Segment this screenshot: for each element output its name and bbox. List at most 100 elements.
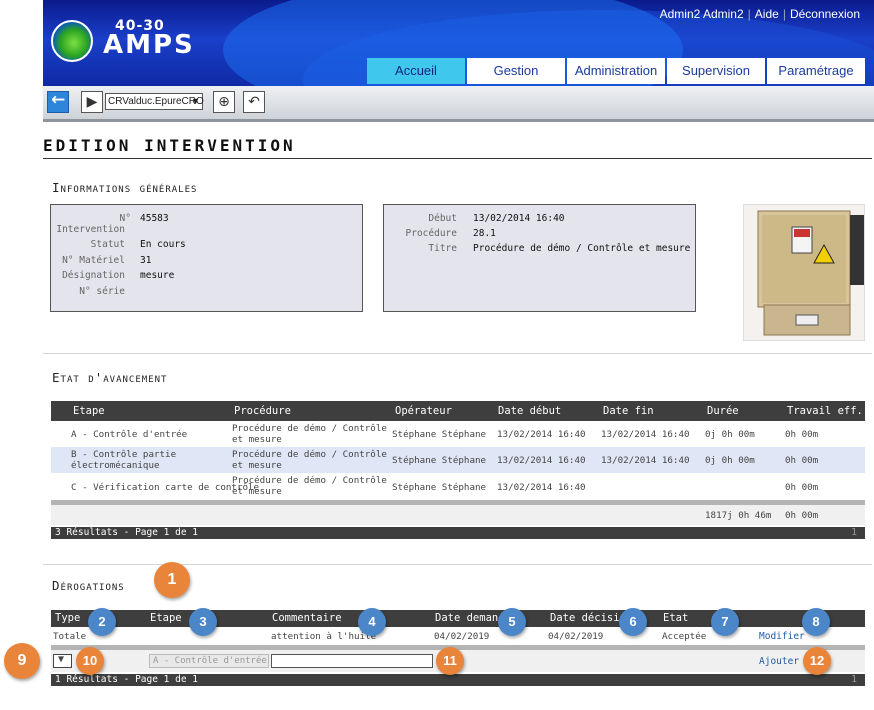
- help-link[interactable]: Aide: [753, 7, 781, 21]
- info-label: Statut: [90, 239, 125, 250]
- modify-link[interactable]: Modifier: [759, 631, 805, 642]
- column-header[interactable]: Etape: [73, 401, 105, 421]
- cell-procedure: Procédure de démo / Contrôle et mesure: [232, 423, 387, 445]
- column-header[interactable]: Travail eff.: [787, 401, 863, 421]
- tab-gestion[interactable]: Gestion: [467, 58, 565, 84]
- tab-administration[interactable]: Administration: [567, 58, 665, 84]
- etape-select[interactable]: A - Contrôle d'entrée: [149, 654, 269, 668]
- callout-badge: 8: [802, 608, 830, 636]
- info-box-right: Début 13/02/2014 16:40 Procédure 28.1 Ti…: [383, 204, 696, 312]
- user-name: Admin2 Admin2: [659, 7, 744, 21]
- column-header[interactable]: Durée: [707, 401, 739, 421]
- info-label: Procédure: [405, 228, 457, 239]
- cell-procedure: Procédure de démo / Contrôle et mesure: [232, 449, 387, 471]
- callout-badge: 2: [88, 608, 116, 636]
- info-value: Procédure de démo / Contrôle et mesure: [473, 243, 691, 254]
- column-header[interactable]: Opérateur: [395, 401, 452, 421]
- title-divider: [43, 158, 872, 159]
- table-row[interactable]: B - Contrôle partie électromécanique Pro…: [51, 447, 865, 473]
- column-header[interactable]: Etape: [150, 610, 182, 627]
- info-label: Début: [428, 213, 457, 224]
- info-value: 28.1: [473, 228, 496, 239]
- info-box-left: N° 45583 Intervention Statut En cours N°…: [50, 204, 363, 312]
- table-row[interactable]: A - Contrôle d'entrée Procédure de démo …: [51, 421, 865, 447]
- chevron-down-icon: ▼: [191, 96, 200, 106]
- column-header[interactable]: Etat: [663, 610, 688, 627]
- pager-page-number[interactable]: 1: [851, 674, 857, 686]
- info-label: N° série: [79, 286, 125, 297]
- toolbar: ▶ CRValduc.EpureCRO ▼ ⊕ ↶: [43, 86, 874, 122]
- export-icon[interactable]: ▶: [81, 91, 103, 113]
- callout-badge: 7: [711, 608, 739, 636]
- cell-operateur: Stéphane Stéphane: [392, 429, 487, 440]
- callout-badge: 4: [358, 608, 386, 636]
- cell-type: Totale: [53, 631, 87, 642]
- column-header[interactable]: Type: [55, 610, 80, 627]
- section-divider: [43, 353, 872, 354]
- info-value: mesure: [140, 270, 175, 281]
- app-header: 40-30 AMPS Admin2 Admin2 | Aide | Déconnexio…: [43, 0, 874, 86]
- chevron-down-icon: ▼: [58, 654, 65, 665]
- cell-etape: B - Contrôle partie électromécanique: [71, 449, 177, 471]
- cell-date-fin: 13/02/2014 16:40: [601, 429, 690, 440]
- undo-icon[interactable]: ↶: [243, 91, 265, 113]
- page-title: Edition intervention: [43, 136, 296, 155]
- callout-badge: 11: [436, 647, 464, 675]
- add-link[interactable]: Ajouter: [759, 656, 799, 667]
- cell-operateur: Stéphane Stéphane: [392, 482, 487, 493]
- info-label: Intervention: [56, 224, 125, 235]
- derogations-grid-header: Type Etape Commentaire Date deman Date d…: [51, 610, 865, 627]
- progress-grid-header: Etape Procédure Opérateur Date début Dat…: [51, 401, 865, 421]
- callout-badge: 10: [76, 647, 104, 675]
- info-label: N°: [119, 213, 131, 224]
- table-row[interactable]: Totale attention à l'huile 04/02/2019 04…: [51, 627, 865, 645]
- general-info-title: Informations générales: [52, 180, 198, 195]
- column-header[interactable]: Commentaire: [272, 610, 342, 627]
- cell-etape: A - Contrôle d'entrée: [71, 429, 188, 440]
- cell-procedure: Procédure de démo / Contrôle et mesure: [232, 475, 387, 497]
- environment-select[interactable]: CRValduc.EpureCRO ▼: [105, 93, 204, 110]
- pager-text: 3 Résultats - Page 1 de 1: [55, 527, 198, 538]
- tab-parametrage[interactable]: Paramétrage: [767, 58, 865, 84]
- info-label: N° Matériel: [62, 255, 125, 266]
- callout-badge: 3: [189, 608, 217, 636]
- cell-travail: 0h 00m: [785, 455, 819, 466]
- user-links: Admin2 Admin2 | Aide | Déconnexion: [659, 7, 862, 21]
- progress-title: Etat d'avancement: [52, 370, 168, 385]
- table-row[interactable]: C - Vérification carte de contrôle Procé…: [51, 473, 865, 499]
- total-duree: 1817j 0h 46m: [705, 510, 772, 521]
- tab-accueil[interactable]: Accueil: [367, 58, 465, 84]
- column-header[interactable]: Date fin: [603, 401, 654, 421]
- comment-input[interactable]: [271, 654, 433, 668]
- logout-link[interactable]: Déconnexion: [788, 7, 862, 21]
- info-value: 31: [140, 255, 152, 266]
- cell-date-debut: 13/02/2014 16:40: [497, 455, 586, 466]
- progress-pager: 3 Résultats - Page 1 de 1 1: [51, 527, 865, 539]
- info-label: Désignation: [62, 270, 125, 281]
- cell-operateur: Stéphane Stéphane: [392, 455, 487, 466]
- tab-supervision[interactable]: Supervision: [667, 58, 765, 84]
- column-header[interactable]: Date deman: [435, 610, 498, 627]
- callout-badge: 1: [154, 562, 190, 598]
- cell-date-debut: 13/02/2014 16:40: [497, 429, 586, 440]
- callout-badge: 5: [498, 608, 526, 636]
- zoom-in-icon[interactable]: ⊕: [213, 91, 235, 113]
- cell-duree: 0j 0h 00m: [705, 429, 755, 440]
- info-label: Titre: [428, 243, 457, 254]
- cell-date-decision: 04/02/2019: [548, 631, 604, 642]
- type-select[interactable]: ▼: [53, 654, 72, 668]
- callout-badge: 9: [4, 643, 40, 679]
- etape-select-value: A - Contrôle d'entrée: [153, 656, 267, 666]
- back-arrow-icon[interactable]: [47, 90, 69, 113]
- pager-page-number[interactable]: 1: [851, 527, 857, 539]
- cell-etat: Acceptée: [662, 631, 707, 642]
- cell-date-demande: 04/02/2019: [434, 631, 490, 642]
- total-travail: 0h 00m: [785, 510, 819, 521]
- cell-commentaire: attention à l'huile: [271, 631, 377, 642]
- info-value: En cours: [140, 239, 186, 250]
- environment-select-value: CRValduc.EpureCRO: [108, 96, 204, 107]
- column-header[interactable]: Procédure: [234, 401, 291, 421]
- derogations-pager: 1 Résultats - Page 1 de 1 1: [51, 674, 865, 686]
- cell-date-debut: 13/02/2014 16:40: [497, 482, 586, 493]
- column-header[interactable]: Date début: [498, 401, 561, 421]
